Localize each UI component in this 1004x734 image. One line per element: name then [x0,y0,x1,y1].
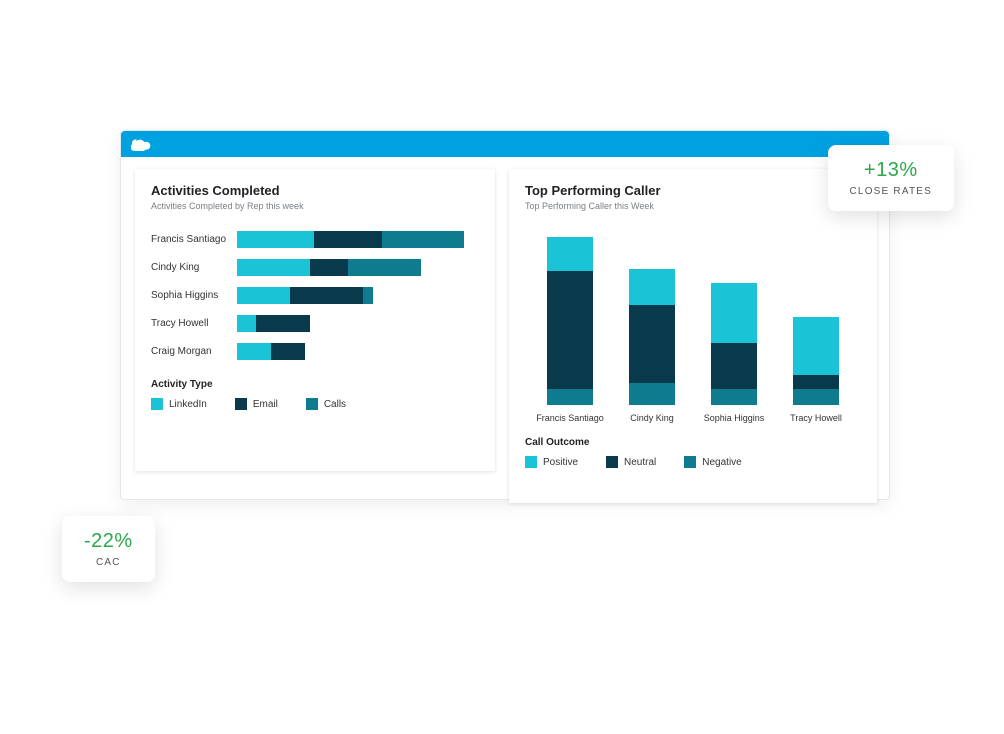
legend-label: Positive [543,457,578,468]
callers-legend-title: Call Outcome [525,437,861,448]
chart-segment [237,231,314,248]
legend-item: Negative [684,456,741,468]
chart-segment [363,287,373,304]
legend-item: Neutral [606,456,656,468]
app-window: Activities Completed Activities Complete… [120,130,890,500]
chart-column [711,283,757,405]
chart-segment [290,287,363,304]
chart-row-label: Tracy Howell [151,318,237,329]
chart-column-label: Francis Santiago [535,413,605,423]
metric-badge-close-rates: +13% CLOSE RATES [828,145,954,211]
legend-item: Email [235,398,278,410]
metric-value: -22% [84,530,133,553]
legend-label: LinkedIn [169,399,207,410]
legend-label: Email [253,399,278,410]
chart-segment [547,271,593,389]
activities-legend-title: Activity Type [151,379,479,390]
chart-row-label: Craig Morgan [151,346,237,357]
activities-chart: Francis Santiago Cindy King Sophia Higgins… [151,225,479,365]
swatch-icon [606,456,618,468]
chart-segment [271,343,305,360]
chart-segment [711,343,757,389]
chart-column [629,269,675,405]
chart-row-label: Francis Santiago [151,234,237,245]
chart-bar [237,315,479,332]
chart-bar [711,283,757,405]
chart-bar [547,237,593,405]
swatch-icon [235,398,247,410]
callers-chart-labels: Francis Santiago Cindy King Sophia Higgins… [525,413,861,423]
chart-segment [237,343,271,360]
legend-label: Neutral [624,457,656,468]
legend-item: Positive [525,456,578,468]
activities-card: Activities Completed Activities Complete… [135,169,495,471]
chart-row: Sophia Higgins [151,281,479,309]
metric-label: CLOSE RATES [850,186,932,197]
metric-badge-cac: -22% CAC [62,516,155,582]
chart-row-label: Cindy King [151,262,237,273]
chart-segment [793,389,839,405]
chart-column-label: Tracy Howell [781,413,851,423]
legend-label: Calls [324,399,346,410]
titlebar [121,131,889,157]
salesforce-cloud-icon [131,137,151,151]
chart-segment [237,315,256,332]
chart-segment [237,287,290,304]
activities-legend: LinkedIn Email Calls [151,398,479,410]
metric-label: CAC [84,557,133,568]
legend-item: LinkedIn [151,398,207,410]
activities-title: Activities Completed [151,183,479,198]
chart-bar [237,231,479,248]
swatch-icon [525,456,537,468]
chart-segment [310,259,349,276]
chart-bar [237,259,479,276]
chart-segment [711,389,757,405]
callers-subtitle: Top Performing Caller this Week [525,201,861,211]
chart-segment [793,317,839,375]
chart-segment [711,283,757,343]
chart-segment [314,231,382,248]
chart-column-label: Sophia Higgins [699,413,769,423]
legend-label: Negative [702,457,741,468]
chart-column [793,317,839,405]
metric-value: +13% [850,159,932,182]
chart-bar [629,269,675,405]
callers-chart [525,225,861,405]
chart-bar [237,343,479,360]
chart-segment [793,375,839,389]
chart-bar [237,287,479,304]
chart-column-label: Cindy King [617,413,687,423]
chart-row: Tracy Howell [151,309,479,337]
chart-row: Francis Santiago [151,225,479,253]
activities-subtitle: Activities Completed by Rep this week [151,201,479,211]
chart-segment [629,305,675,383]
callers-legend: Positive Neutral Negative [525,456,861,468]
callers-card: Top Performing Caller Top Performing Cal… [509,169,877,503]
swatch-icon [684,456,696,468]
chart-row: Craig Morgan [151,337,479,365]
chart-row: Cindy King [151,253,479,281]
swatch-icon [306,398,318,410]
chart-row-label: Sophia Higgins [151,290,237,301]
callers-title: Top Performing Caller [525,183,861,198]
chart-segment [547,389,593,405]
legend-item: Calls [306,398,346,410]
chart-bar [793,317,839,405]
chart-segment [256,315,309,332]
chart-segment [237,259,310,276]
chart-segment [629,383,675,405]
chart-column [547,237,593,405]
chart-segment [382,231,464,248]
chart-segment [629,269,675,305]
chart-segment [348,259,421,276]
chart-segment [547,237,593,271]
swatch-icon [151,398,163,410]
